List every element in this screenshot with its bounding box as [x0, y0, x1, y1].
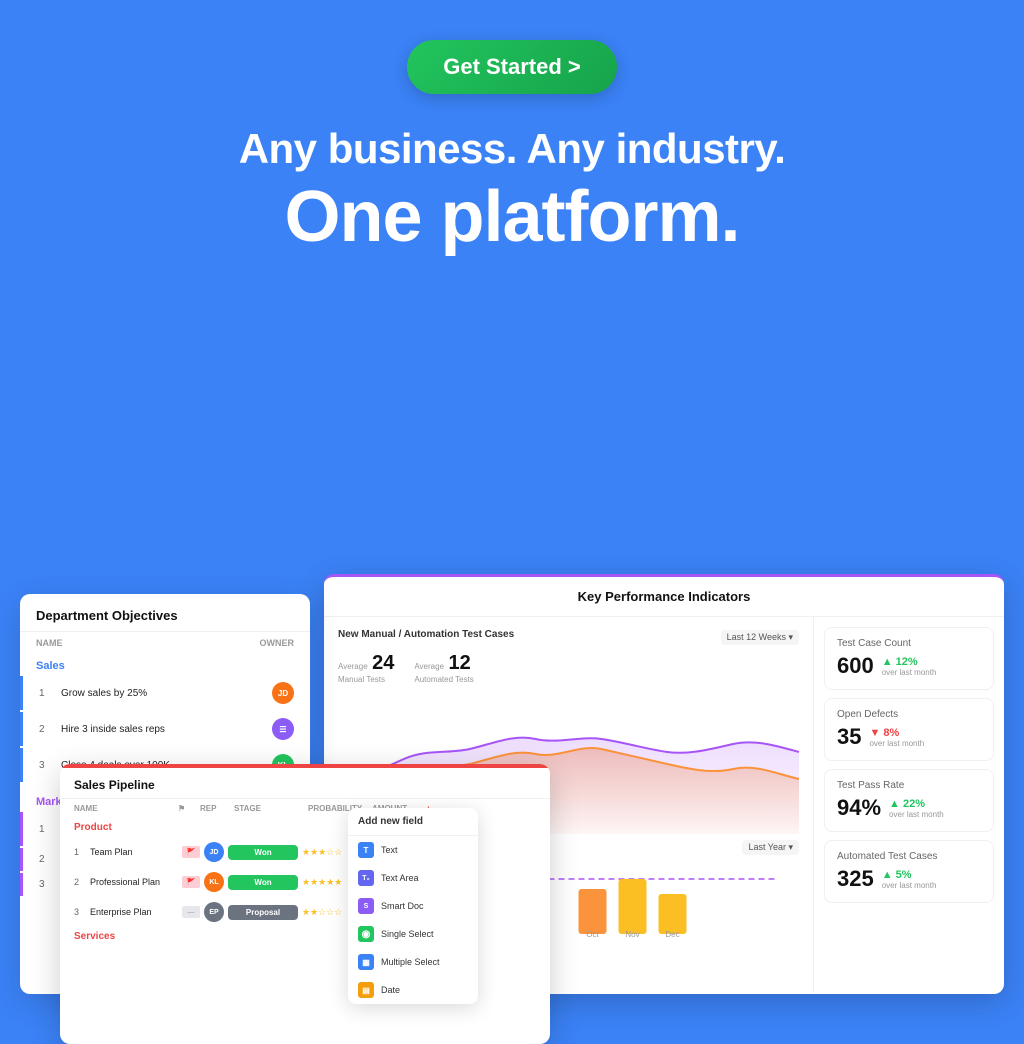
- bar-chart-filter[interactable]: Last Year ▾: [742, 840, 799, 855]
- avatar: EP: [204, 902, 224, 922]
- stat-value: 600: [837, 653, 874, 679]
- stat-label: Open Defects: [837, 709, 981, 720]
- bar-dec: [659, 894, 687, 934]
- avatar: JD: [272, 682, 294, 704]
- kpi-chart-filter[interactable]: Last 12 Weeks ▾: [721, 630, 799, 645]
- flag-icon: 🚩: [182, 846, 200, 858]
- kpi-panel-title: Key Performance Indicators: [324, 577, 1004, 617]
- stat-change: ▲ 12% over last month: [882, 656, 937, 677]
- stat-period: over last month: [889, 810, 944, 819]
- field-item-smartdoc[interactable]: S Smart Doc: [348, 892, 478, 920]
- stat-change: ▲ 22% over last month: [889, 798, 944, 819]
- bar-nov: [619, 879, 647, 934]
- stat-pct: ▲ 12%: [882, 656, 937, 668]
- stat-period: over last month: [882, 668, 937, 677]
- stat-label: Automated Test Cases: [837, 851, 981, 862]
- bar-label-oct: Oct: [586, 930, 599, 939]
- flag-icon: —: [182, 906, 200, 918]
- kpi-stats: Test Case Count 600 ▲ 12% over last mont…: [814, 617, 1004, 992]
- stat-pct: ▲ 5%: [882, 869, 937, 881]
- stage-badge: Won: [228, 845, 298, 860]
- avatar: KL: [204, 872, 224, 892]
- field-item-textarea[interactable]: T₂ Text Area: [348, 864, 478, 892]
- stat-period: over last month: [869, 739, 924, 748]
- dept-row: 2 Hire 3 inside sales reps ☰: [20, 712, 310, 746]
- bar-label-nov: Nov: [625, 930, 639, 939]
- dept-col-owner: OWNER: [260, 638, 295, 648]
- tagline-bottom: One platform.: [0, 178, 1024, 257]
- stat-pct: ▼ 8%: [869, 727, 924, 739]
- stat-period: over last month: [882, 881, 937, 890]
- text-field-icon: T: [358, 842, 374, 858]
- avatar: ☰: [272, 718, 294, 740]
- avatar: JD: [204, 842, 224, 862]
- dept-row: 1 Grow sales by 25% JD: [20, 676, 310, 710]
- stat-label: Test Pass Rate: [837, 780, 981, 791]
- single-select-icon: ◉: [358, 926, 374, 942]
- stat-pct: ▲ 22%: [889, 798, 944, 810]
- stat-change: ▼ 8% over last month: [869, 727, 924, 748]
- field-item-text[interactable]: T Text: [348, 836, 478, 864]
- flag-icon: 🚩: [182, 876, 200, 888]
- sales-panel-title: Sales Pipeline: [60, 768, 550, 799]
- kpi-chart-title: New Manual / Automation Test Cases: [338, 629, 514, 640]
- kpi-averages: Average 24 Manual Tests Average 12 Autom…: [338, 652, 799, 684]
- dept-col-name: NAME: [36, 638, 63, 648]
- get-started-button[interactable]: Get Started >: [407, 40, 617, 94]
- sales-section-label: Sales: [20, 654, 310, 674]
- dept-table-header: NAME OWNER: [20, 632, 310, 654]
- stat-label: Test Case Count: [837, 638, 981, 649]
- stat-value: 35: [837, 724, 861, 750]
- panels-container: Department Objectives NAME OWNER Sales 1…: [0, 554, 1024, 1024]
- stat-automated-test-cases: Automated Test Cases 325 ▲ 5% over last …: [824, 840, 994, 903]
- dept-panel-title: Department Objectives: [20, 594, 310, 632]
- bar-label-dec: Dec: [665, 930, 679, 939]
- field-item-multi-select[interactable]: ▦ Multiple Select: [348, 948, 478, 976]
- field-dropdown-header: Add new field: [348, 808, 478, 836]
- textarea-field-icon: T₂: [358, 870, 374, 886]
- field-item-single-select[interactable]: ◉ Single Select: [348, 920, 478, 948]
- field-item-date[interactable]: ▤ Date: [348, 976, 478, 1004]
- stat-value: 94%: [837, 795, 881, 821]
- stage-badge: Won: [228, 875, 298, 890]
- field-dropdown: Add new field T Text T₂ Text Area S Smar…: [348, 808, 478, 1004]
- multi-select-icon: ▦: [358, 954, 374, 970]
- bar-oct: [579, 889, 607, 934]
- stat-test-pass-rate: Test Pass Rate 94% ▲ 22% over last month: [824, 769, 994, 832]
- stat-change: ▲ 5% over last month: [882, 869, 937, 890]
- stage-badge: Proposal: [228, 905, 298, 920]
- date-field-icon: ▤: [358, 982, 374, 998]
- tagline-top: Any business. Any industry.: [0, 124, 1024, 174]
- stat-test-case-count: Test Case Count 600 ▲ 12% over last mont…: [824, 627, 994, 690]
- hero-section: Get Started > Any business. Any industry…: [0, 0, 1024, 258]
- stat-value: 325: [837, 866, 874, 892]
- smartdoc-field-icon: S: [358, 898, 374, 914]
- stat-open-defects: Open Defects 35 ▼ 8% over last month: [824, 698, 994, 761]
